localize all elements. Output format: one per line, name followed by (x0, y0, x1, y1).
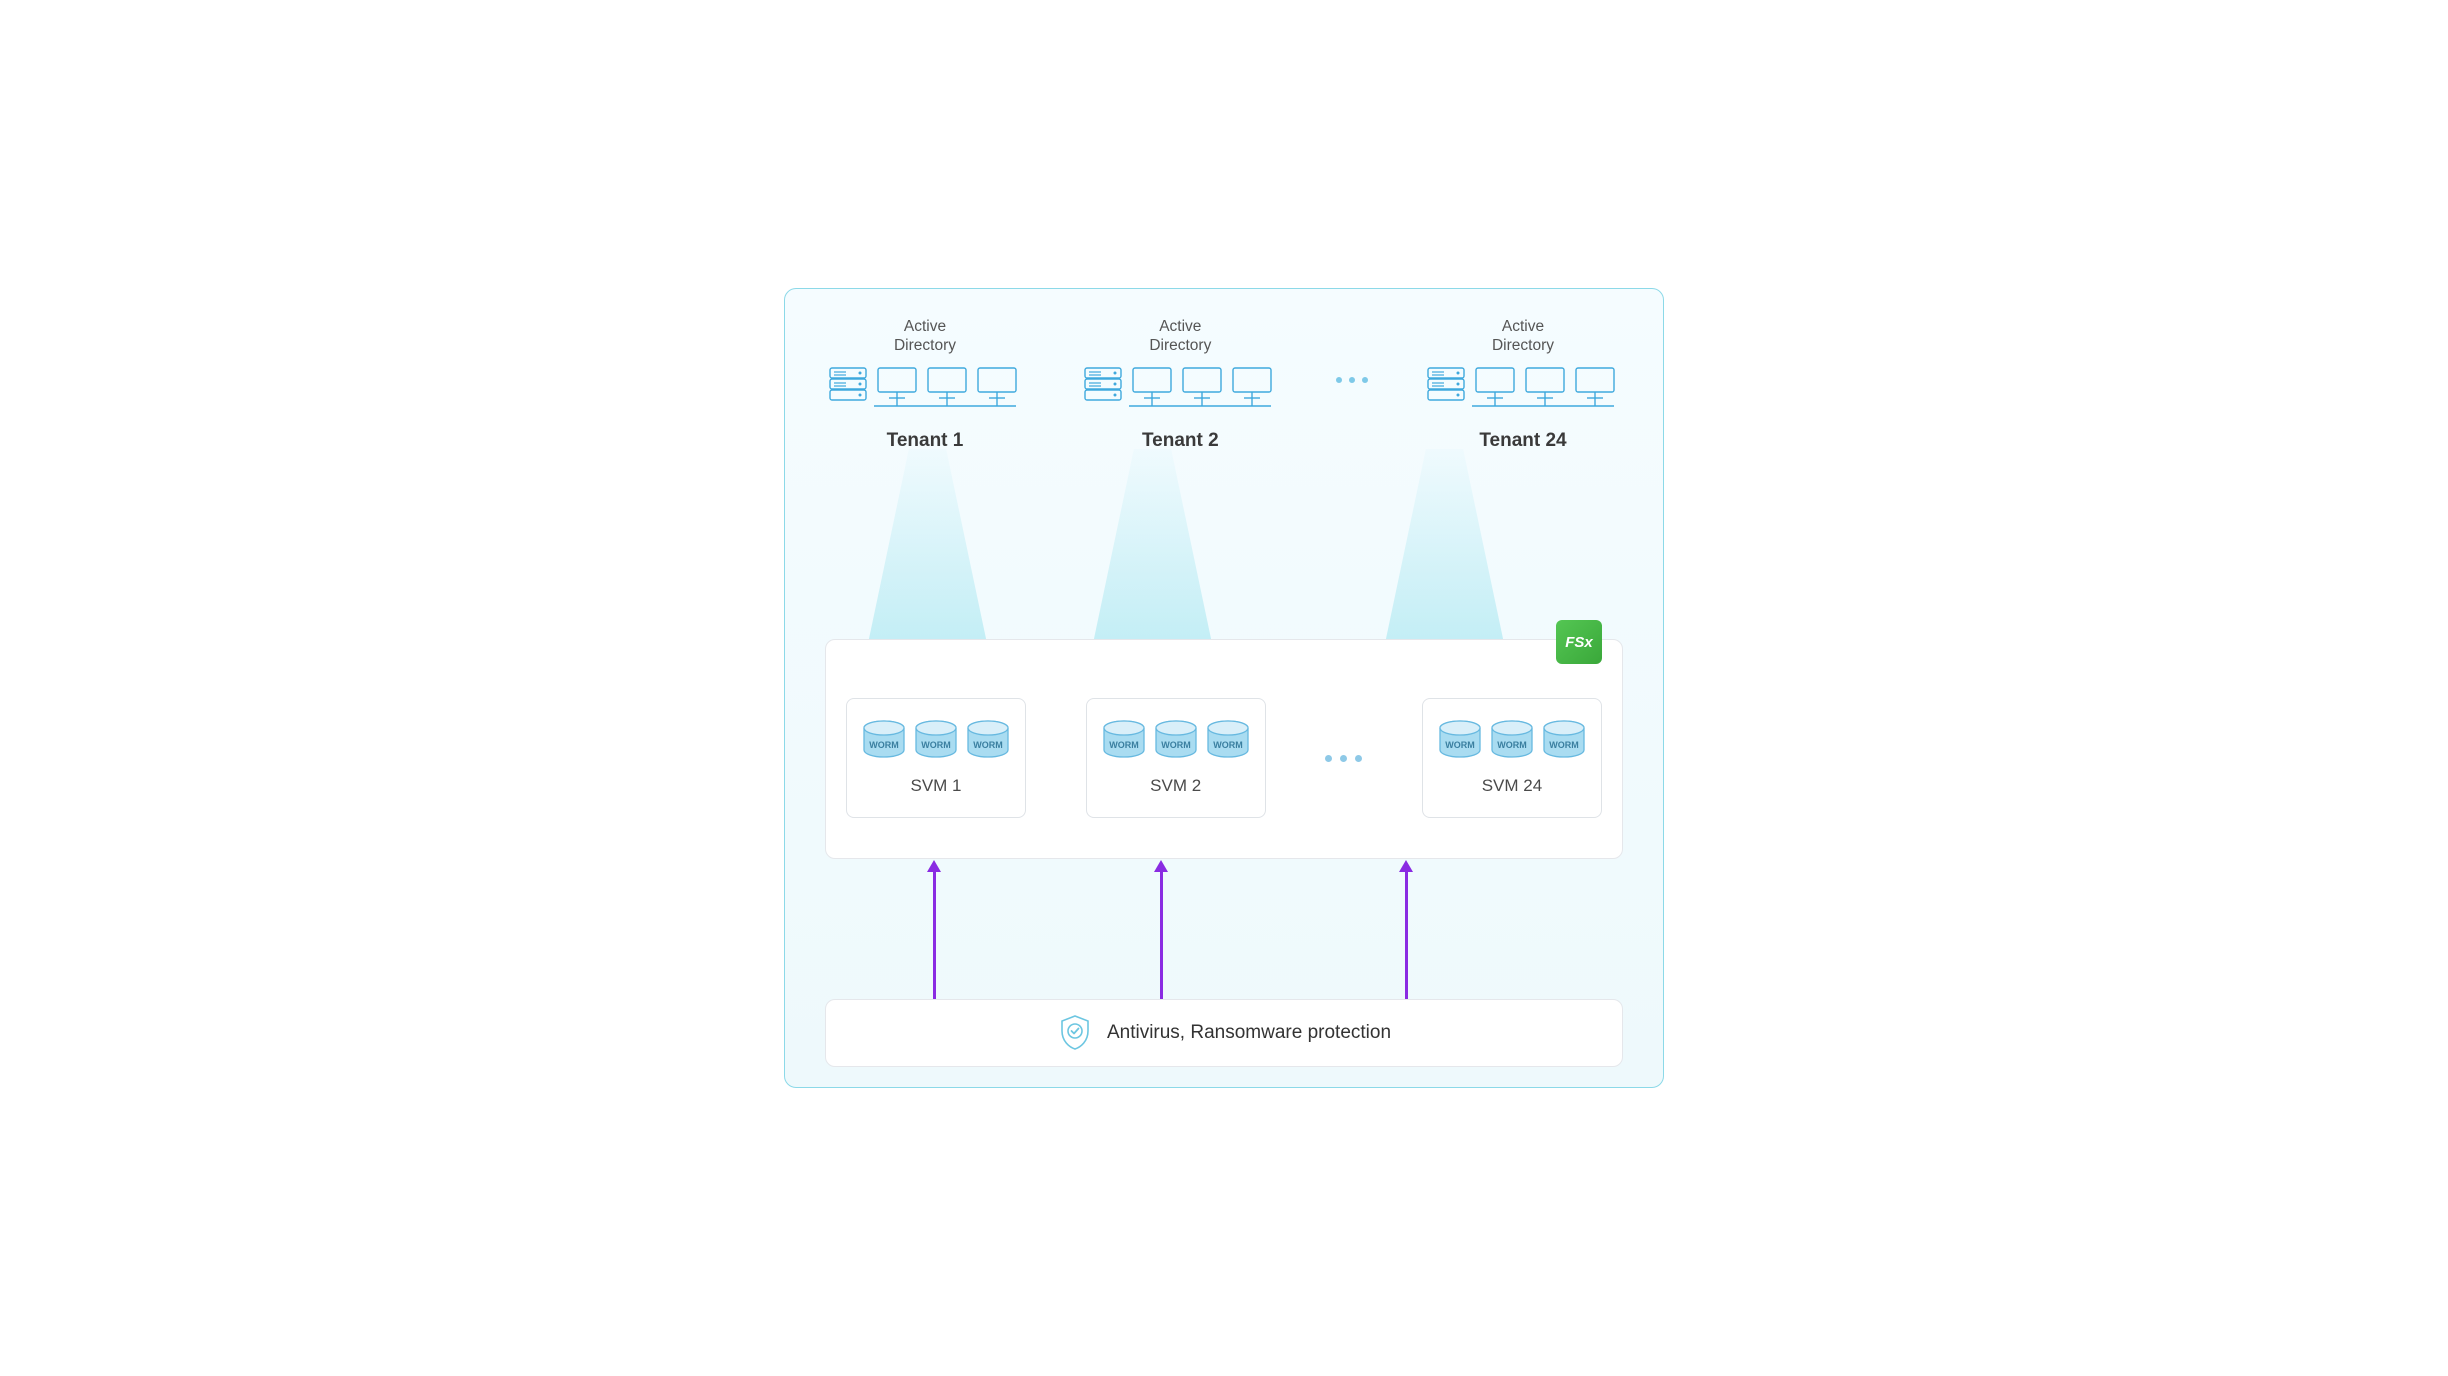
svm-label: SVM 24 (1482, 776, 1542, 796)
worm-barrel-icon: WORM (965, 720, 1011, 764)
tenant-icons (1081, 366, 1279, 412)
worm-barrel-icon: WORM (1489, 720, 1535, 764)
svg-text:WORM: WORM (1109, 740, 1139, 750)
svg-text:WORM: WORM (1497, 740, 1527, 750)
barrels-row: WORM WORM WORM (861, 720, 1011, 764)
ellipsis-icon (1325, 755, 1362, 762)
svg-text:WORM: WORM (869, 740, 899, 750)
worm-barrel-icon: WORM (1437, 720, 1483, 764)
worm-barrel-icon: WORM (1541, 720, 1587, 764)
server-icon (826, 366, 870, 402)
svm-row: WORM WORM WORM SVM 1 WORM WORM WORM SVM … (826, 640, 1622, 858)
ad-label: ActiveDirectory (894, 317, 956, 356)
tenant-icons (826, 366, 1024, 412)
protection-box: Antivirus, Ransomware protection (825, 999, 1623, 1067)
svm-box-1: WORM WORM WORM SVM 1 (846, 698, 1026, 818)
arrow-up-icon (933, 869, 936, 1001)
svm-box-2: WORM WORM WORM SVM 2 (1086, 698, 1266, 818)
worm-barrel-icon: WORM (861, 720, 907, 764)
svg-text:WORM: WORM (921, 740, 951, 750)
svg-text:WORM: WORM (1161, 740, 1191, 750)
fsx-badge-text: FSx (1565, 634, 1593, 651)
tenant-group-24: ActiveDirectory (1423, 317, 1623, 452)
tenants-row: ActiveDirectory (825, 317, 1623, 452)
arrow-up-icon (1160, 869, 1163, 1001)
tenant-group-2: ActiveDirectory (1080, 317, 1280, 452)
fsx-badge-icon: FSx (1556, 620, 1602, 664)
tenant-label: Tenant 1 (887, 430, 964, 452)
tenant-group-1: ActiveDirectory (825, 317, 1025, 452)
svg-text:WORM: WORM (1445, 740, 1475, 750)
svg-text:WORM: WORM (973, 740, 1003, 750)
svm-box-24: WORM WORM WORM SVM 24 (1422, 698, 1602, 818)
protection-label: Antivirus, Ransomware protection (1107, 1022, 1391, 1044)
svg-text:WORM: WORM (1213, 740, 1243, 750)
tenant-icons (1424, 366, 1622, 412)
svm-label: SVM 1 (910, 776, 961, 796)
worm-barrel-icon: WORM (913, 720, 959, 764)
svm-label: SVM 2 (1150, 776, 1201, 796)
clients-icon (874, 366, 1024, 412)
barrels-row: WORM WORM WORM (1101, 720, 1251, 764)
fsx-container: FSx WORM WORM WORM SVM 1 WORM WORM WORM … (825, 639, 1623, 859)
clients-icon (1129, 366, 1279, 412)
ad-label: ActiveDirectory (1492, 317, 1554, 356)
worm-barrel-icon: WORM (1101, 720, 1147, 764)
tenant-label: Tenant 2 (1142, 430, 1219, 452)
ellipsis-icon (1336, 317, 1368, 383)
diagram-container: ActiveDirectory (784, 288, 1664, 1088)
server-icon (1081, 366, 1125, 402)
ad-label: ActiveDirectory (1149, 317, 1211, 356)
worm-barrel-icon: WORM (1205, 720, 1251, 764)
barrels-row: WORM WORM WORM (1437, 720, 1587, 764)
shield-check-icon (1057, 1013, 1093, 1053)
tenant-label: Tenant 24 (1479, 430, 1566, 452)
worm-barrel-icon: WORM (1153, 720, 1199, 764)
svg-text:WORM: WORM (1549, 740, 1579, 750)
server-icon (1424, 366, 1468, 402)
arrow-up-icon (1405, 869, 1408, 1001)
clients-icon (1472, 366, 1622, 412)
